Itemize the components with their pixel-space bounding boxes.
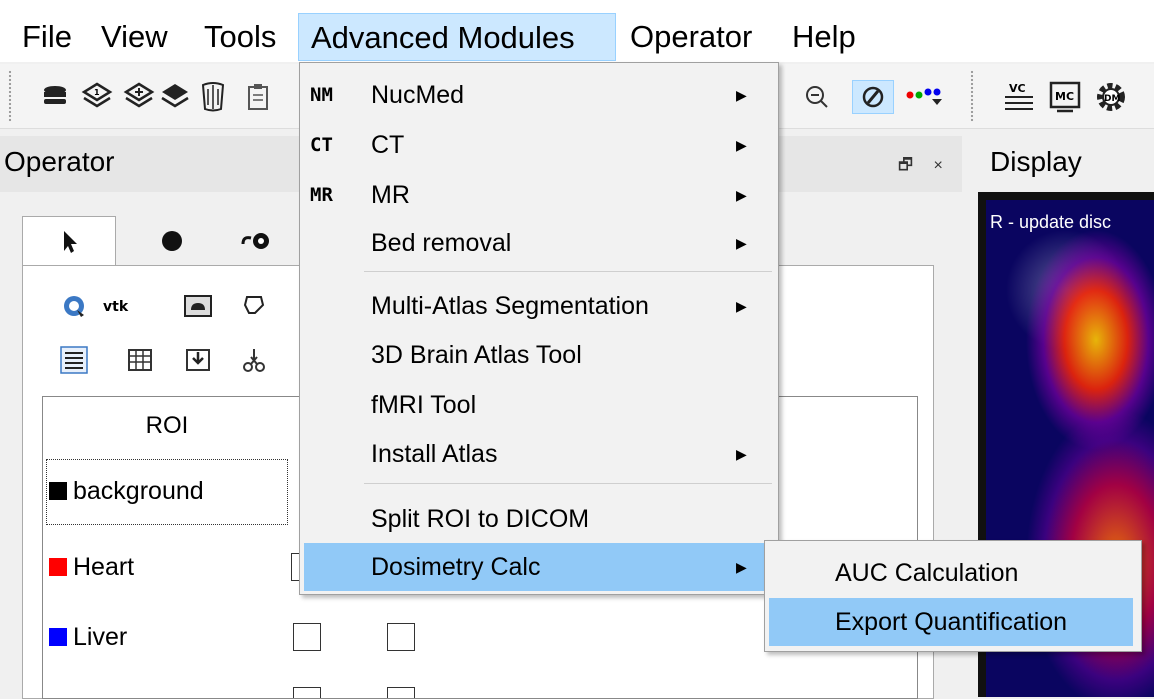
menu-separator xyxy=(364,483,772,484)
lasso-icon[interactable] xyxy=(236,288,272,324)
dosimetry-calc-submenu: AUC Calculation Export Quantification xyxy=(764,540,1142,652)
menu-item-label: Export Quantification xyxy=(835,608,1068,636)
cloud-roi-icon[interactable] xyxy=(180,288,216,324)
color-swatch xyxy=(49,558,67,576)
database-icon[interactable] xyxy=(38,80,72,114)
menu-view[interactable]: View xyxy=(89,13,180,61)
menu-item-multi-atlas-segmentation[interactable]: Multi-Atlas Segmentation ▶ xyxy=(304,282,774,330)
roi-label: Heart xyxy=(73,552,135,581)
menu-item-label: CT xyxy=(371,131,405,159)
operator-tabs xyxy=(22,216,282,267)
menu-item-dosimetry-calc[interactable]: Dosimetry Calc ▶ xyxy=(304,543,774,591)
menu-separator xyxy=(364,271,772,272)
skeleton-icon[interactable] xyxy=(196,80,230,114)
svg-text:VC: VC xyxy=(1009,82,1026,95)
display-overlay-text: R - update disc xyxy=(990,212,1112,232)
menu-file[interactable]: File xyxy=(10,13,84,61)
submenu-arrow-icon: ▶ xyxy=(736,446,747,462)
menu-item-split-roi-to-dicom[interactable]: Split ROI to DICOM xyxy=(304,495,774,543)
roi-visible-checkbox[interactable] xyxy=(293,623,321,651)
menu-item-ct[interactable]: CT CT ▶ xyxy=(304,121,774,169)
menu-item-label: Install Atlas xyxy=(371,440,498,468)
menu-item-mr[interactable]: MR MR ▶ xyxy=(304,171,774,219)
menu-item-auc-calculation[interactable]: AUC Calculation xyxy=(769,549,1133,597)
roi-label: background xyxy=(73,476,204,505)
menu-item-label: Dosimetry Calc xyxy=(371,553,541,581)
tab-circle[interactable] xyxy=(132,216,212,266)
menu-item-label: Multi-Atlas Segmentation xyxy=(371,292,649,320)
toolbar-grip[interactable] xyxy=(8,70,12,122)
submenu-arrow-icon: ▶ xyxy=(736,298,747,314)
roi-lock-checkbox[interactable] xyxy=(387,623,415,651)
color-dots-icon[interactable] xyxy=(902,80,946,114)
pointer-icon xyxy=(64,231,77,253)
display-panel-title: Display xyxy=(990,146,1082,177)
roi-column-header[interactable]: ROI xyxy=(43,397,291,455)
panel-float-close-icon[interactable]: 🗗 × xyxy=(898,154,951,181)
menu-item-label: Bed removal xyxy=(371,229,512,257)
submenu-arrow-icon: ▶ xyxy=(736,187,747,203)
svg-text:vtk: vtk xyxy=(103,299,129,315)
roi-name: Liver xyxy=(49,609,127,665)
tab-pointer[interactable] xyxy=(22,216,116,267)
zoom-out-icon[interactable] xyxy=(800,80,834,114)
color-swatch xyxy=(49,482,67,500)
tab-camera[interactable] xyxy=(232,216,282,266)
circle-icon xyxy=(162,231,182,251)
menu-tools[interactable]: Tools xyxy=(192,13,288,61)
roi-label: Liver xyxy=(73,622,128,651)
menu-item-3d-brain-atlas-tool[interactable]: 3D Brain Atlas Tool xyxy=(304,331,774,379)
list-icon[interactable] xyxy=(56,342,92,378)
clipboard-icon[interactable] xyxy=(242,80,276,114)
mc-icon[interactable]: MC xyxy=(1048,80,1082,114)
color-swatch xyxy=(49,628,67,646)
roi-name: background xyxy=(49,463,204,519)
menu-item-label: NucMed xyxy=(371,81,465,109)
menu-item-label: AUC Calculation xyxy=(835,559,1019,587)
operator-panel-title: Operator xyxy=(4,146,115,177)
menu-item-label: 3D Brain Atlas Tool xyxy=(371,341,582,369)
roi-name: Heart xyxy=(49,539,134,595)
vtk-icon[interactable]: vtk xyxy=(98,288,134,324)
svg-text:DM: DM xyxy=(1104,94,1120,104)
roi-draw-icon[interactable] xyxy=(852,80,894,114)
roi-visible-checkbox[interactable] xyxy=(293,687,321,698)
svg-text:MC: MC xyxy=(1055,90,1074,103)
menu-operator[interactable]: Operator xyxy=(618,13,764,61)
toolbar-grip-2[interactable] xyxy=(970,70,974,122)
svg-text:1: 1 xyxy=(94,88,100,97)
camera-icon xyxy=(241,233,269,249)
menu-item-nucmed[interactable]: NM NucMed ▶ xyxy=(304,71,774,119)
submenu-arrow-icon: ▶ xyxy=(736,137,747,153)
menu-item-label: fMRI Tool xyxy=(371,391,477,419)
advanced-modules-menu: NM NucMed ▶ CT CT ▶ MR MR ▶ Bed removal … xyxy=(299,62,779,595)
menu-item-label: MR xyxy=(371,181,410,209)
menu-item-export-quantification[interactable]: Export Quantification xyxy=(769,598,1133,646)
vc-icon[interactable]: VC xyxy=(1002,80,1036,114)
layer-1-icon[interactable]: 1 xyxy=(80,80,114,114)
submenu-arrow-icon: ▶ xyxy=(736,87,747,103)
scissors-icon[interactable] xyxy=(236,342,272,378)
menu-item-label: Split ROI to DICOM xyxy=(371,505,590,533)
menu-item-bed-removal[interactable]: Bed removal ▶ xyxy=(304,219,774,267)
nm-icon: NM xyxy=(310,84,333,106)
menu-bar: File View Tools Advanced Modules Operato… xyxy=(0,0,1154,62)
menu-help[interactable]: Help xyxy=(780,13,868,61)
submenu-arrow-icon: ▶ xyxy=(736,235,747,251)
dm-gear-icon[interactable]: DM xyxy=(1094,80,1128,114)
submenu-arrow-icon: ▶ xyxy=(736,559,747,575)
layer-stack-icon[interactable] xyxy=(158,80,192,114)
table-row[interactable] xyxy=(43,679,917,698)
ct-icon: CT xyxy=(310,134,333,156)
mr-icon: MR xyxy=(310,184,333,206)
table-icon[interactable] xyxy=(122,342,158,378)
menu-item-install-atlas[interactable]: Install Atlas ▶ xyxy=(304,430,774,478)
menu-advanced-modules[interactable]: Advanced Modules xyxy=(298,13,616,61)
refresh-roi-icon[interactable] xyxy=(56,288,92,324)
import-table-icon[interactable] xyxy=(180,342,216,378)
layer-add-icon[interactable] xyxy=(122,80,156,114)
menu-item-fmri-tool[interactable]: fMRI Tool xyxy=(304,381,774,429)
roi-lock-checkbox[interactable] xyxy=(387,687,415,698)
